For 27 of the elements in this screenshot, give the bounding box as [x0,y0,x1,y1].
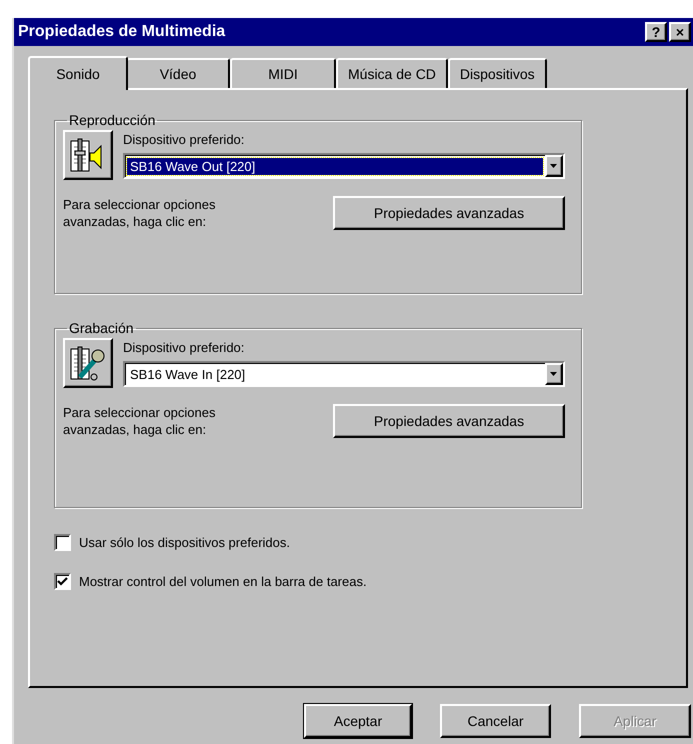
tab[interactable]: Música de CD [336,58,448,88]
window-title: Propiedades de Multimedia [18,23,226,41]
check-icon [57,576,68,586]
field-label: Dispositivo preferido: [123,340,246,355]
tab[interactable]: MIDI [230,58,336,88]
device-icon-button[interactable] [63,338,113,388]
field-label: Dispositivo preferido: [123,132,246,147]
close-button[interactable]: × [669,22,691,42]
checkbox[interactable] [54,534,71,551]
group-title: Grabación [68,320,135,336]
checkbox-label: Usar sólo los dispositivos preferidos. [79,535,290,550]
checkbox[interactable] [54,573,71,590]
device-dropdown[interactable]: SB16 Wave Out [220] [123,153,565,179]
dialog-button[interactable]: Aceptar [304,704,412,738]
device-icon-button[interactable] [63,130,113,180]
tab[interactable]: Vídeo [126,58,230,88]
group-title: Reproducción [68,112,156,128]
tab[interactable]: Dispositivos [448,58,547,88]
advanced-properties-button[interactable]: Propiedades avanzadas [333,196,565,230]
hint-text: Para seleccionar opciones avanzadas, haga clic en: [63,196,216,230]
help-button[interactable]: ? [645,22,667,42]
device-dropdown[interactable]: SB16 Wave In [220] [123,361,565,387]
dialog-button[interactable]: Cancelar [440,704,551,738]
tab[interactable]: Sonido [28,56,128,90]
hint-text: Para seleccionar opciones avanzadas, haga clic en: [63,404,216,438]
checkbox-label: Mostrar control del volumen en la barra de tareas. [79,574,367,589]
advanced-properties-button[interactable]: Propiedades avanzadas [333,404,565,438]
